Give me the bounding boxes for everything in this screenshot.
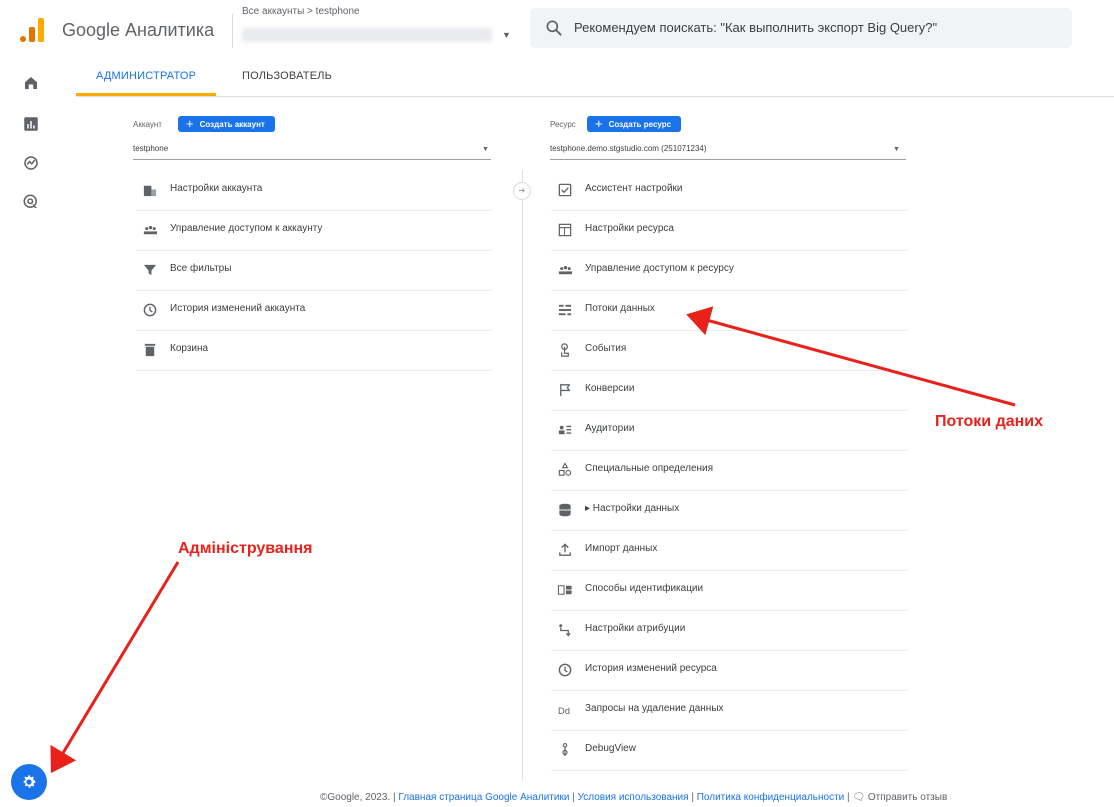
annotation-arrows: [50, 306, 1016, 774]
arrow-to-streams: [686, 306, 1016, 407]
arrow-to-gear: [50, 561, 180, 774]
